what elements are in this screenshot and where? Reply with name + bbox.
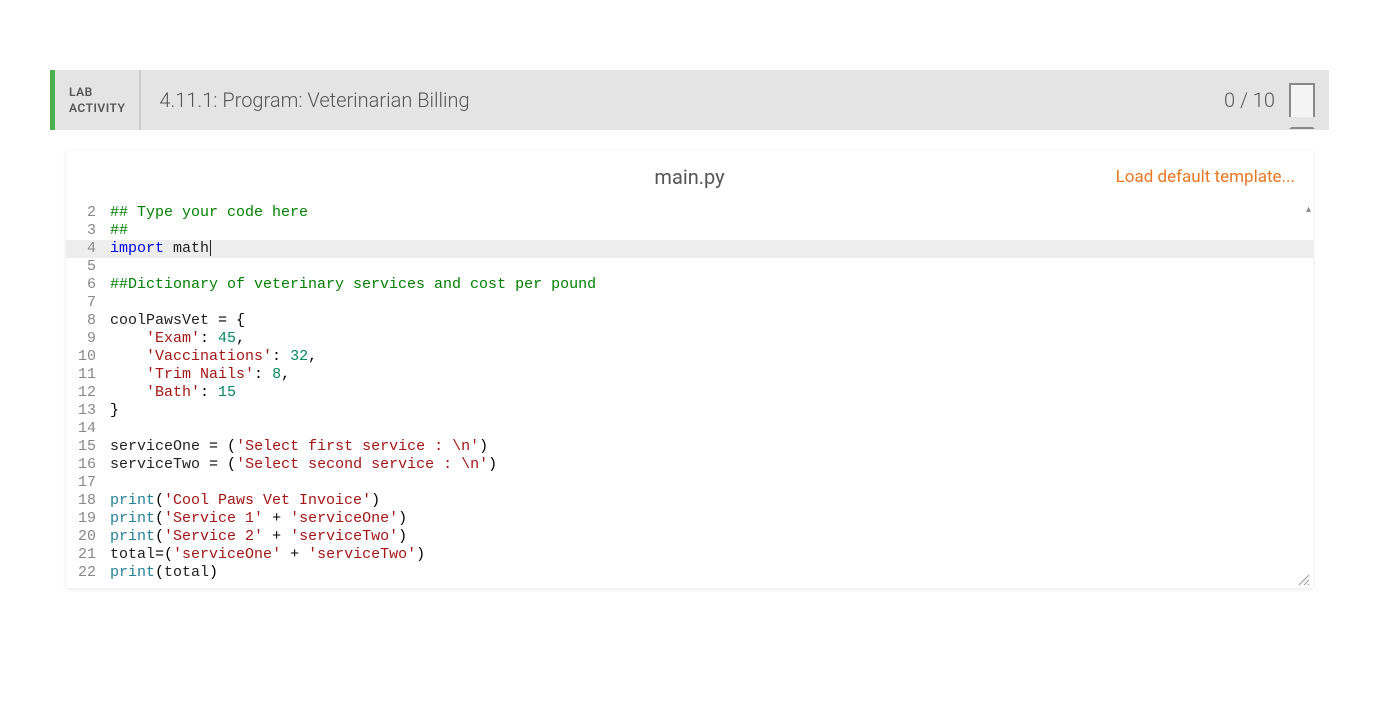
code-line[interactable]: 9 'Exam': 45, xyxy=(66,330,1313,348)
lab-title: 4.11.1: Program: Veterinarian Billing xyxy=(141,70,1224,130)
line-content[interactable]: print('Service 1' + 'serviceOne') xyxy=(106,510,1313,528)
code-editor[interactable]: 2## Type your code here3##4import math56… xyxy=(66,204,1313,588)
line-number: 11 xyxy=(66,366,106,384)
lab-type-label: LAB ACTIVITY xyxy=(55,70,141,130)
line-number: 21 xyxy=(66,546,106,564)
code-line[interactable]: 3## xyxy=(66,222,1313,240)
line-content[interactable]: coolPawsVet = { xyxy=(106,312,1313,330)
line-number: 16 xyxy=(66,456,106,474)
line-content[interactable]: ## Type your code here xyxy=(106,204,1313,222)
bookmark-button[interactable] xyxy=(1289,70,1329,130)
code-line[interactable]: 4import math xyxy=(66,240,1313,258)
line-content[interactable]: 'Vaccinations': 32, xyxy=(106,348,1313,366)
code-line[interactable]: 16serviceTwo = ('Select second service :… xyxy=(66,456,1313,474)
line-number: 15 xyxy=(66,438,106,456)
code-line[interactable]: 14 xyxy=(66,420,1313,438)
line-number: 9 xyxy=(66,330,106,348)
code-editor-panel: main.py Load default template... ▴ 2## T… xyxy=(66,150,1313,588)
line-number: 8 xyxy=(66,312,106,330)
text-cursor xyxy=(210,240,211,256)
line-number: 17 xyxy=(66,474,106,492)
line-content[interactable]: ##Dictionary of veterinary services and … xyxy=(106,276,1313,294)
code-line[interactable]: 13} xyxy=(66,402,1313,420)
line-content[interactable]: 'Exam': 45, xyxy=(106,330,1313,348)
line-number: 14 xyxy=(66,420,106,438)
line-content[interactable]: ## xyxy=(106,222,1313,240)
line-number: 10 xyxy=(66,348,106,366)
lab-header: LAB ACTIVITY 4.11.1: Program: Veterinari… xyxy=(50,70,1329,130)
line-number: 12 xyxy=(66,384,106,402)
bookmark-icon xyxy=(1289,83,1315,117)
code-line[interactable]: 7 xyxy=(66,294,1313,312)
line-content[interactable]: 'Trim Nails': 8, xyxy=(106,366,1313,384)
code-line[interactable]: 17 xyxy=(66,474,1313,492)
line-number: 18 xyxy=(66,492,106,510)
line-content[interactable]: print('Service 2' + 'serviceTwo') xyxy=(106,528,1313,546)
line-content[interactable]: print(total) xyxy=(106,564,1313,582)
editor-header: main.py Load default template... xyxy=(66,150,1313,204)
lab-score: 0 / 10 xyxy=(1224,70,1289,130)
line-content[interactable]: serviceTwo = ('Select second service : \… xyxy=(106,456,1313,474)
line-number: 6 xyxy=(66,276,106,294)
code-line[interactable]: 12 'Bath': 15 xyxy=(66,384,1313,402)
line-number: 22 xyxy=(66,564,106,582)
filename-tab[interactable]: main.py xyxy=(654,165,724,189)
line-number: 13 xyxy=(66,402,106,420)
lab-type-line2: ACTIVITY xyxy=(69,100,125,116)
code-line[interactable]: 18print('Cool Paws Vet Invoice') xyxy=(66,492,1313,510)
code-line[interactable]: 2## Type your code here xyxy=(66,204,1313,222)
line-number: 4 xyxy=(66,240,106,258)
line-number: 19 xyxy=(66,510,106,528)
resize-handle-icon[interactable] xyxy=(1297,572,1311,586)
load-default-template-link[interactable]: Load default template... xyxy=(1116,167,1295,187)
code-line[interactable]: 8coolPawsVet = { xyxy=(66,312,1313,330)
lab-activity-panel: LAB ACTIVITY 4.11.1: Program: Veterinari… xyxy=(50,70,1329,588)
code-line[interactable]: 6##Dictionary of veterinary services and… xyxy=(66,276,1313,294)
line-content[interactable]: import math xyxy=(106,240,1313,258)
line-number: 2 xyxy=(66,204,106,222)
line-content[interactable]: serviceOne = ('Select first service : \n… xyxy=(106,438,1313,456)
code-line[interactable]: 21total=('serviceOne' + 'serviceTwo') xyxy=(66,546,1313,564)
code-line[interactable]: 20print('Service 2' + 'serviceTwo') xyxy=(66,528,1313,546)
line-content[interactable]: total=('serviceOne' + 'serviceTwo') xyxy=(106,546,1313,564)
code-line[interactable]: 11 'Trim Nails': 8, xyxy=(66,366,1313,384)
line-content[interactable]: } xyxy=(106,402,1313,420)
lab-type-line1: LAB xyxy=(69,84,125,100)
line-content[interactable]: 'Bath': 15 xyxy=(106,384,1313,402)
code-line[interactable]: 5 xyxy=(66,258,1313,276)
code-line[interactable]: 19print('Service 1' + 'serviceOne') xyxy=(66,510,1313,528)
line-content[interactable]: print('Cool Paws Vet Invoice') xyxy=(106,492,1313,510)
code-line[interactable]: 22print(total) xyxy=(66,564,1313,582)
code-line[interactable]: 10 'Vaccinations': 32, xyxy=(66,348,1313,366)
code-line[interactable]: 15serviceOne = ('Select first service : … xyxy=(66,438,1313,456)
line-number: 5 xyxy=(66,258,106,276)
line-number: 3 xyxy=(66,222,106,240)
line-number: 7 xyxy=(66,294,106,312)
line-number: 20 xyxy=(66,528,106,546)
